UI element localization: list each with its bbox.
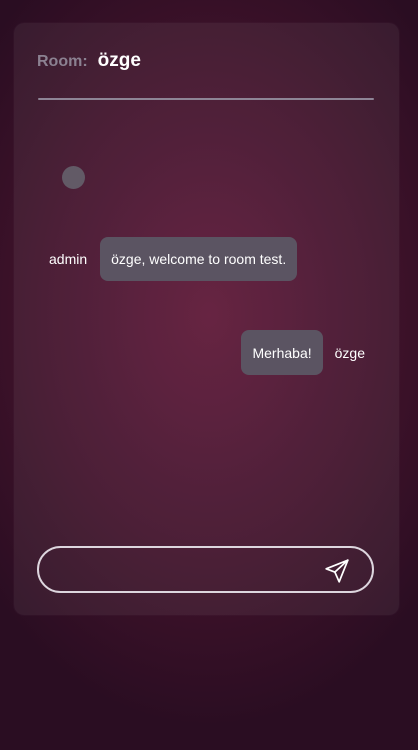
room-label: Room: xyxy=(37,53,88,70)
send-button[interactable] xyxy=(324,558,350,584)
message-sender: özge xyxy=(334,344,365,361)
message-row-outgoing: Merhaba! özge xyxy=(241,330,365,375)
chat-panel: Room: özge admin özge, welcome to room t… xyxy=(14,23,399,615)
avatar xyxy=(62,166,85,189)
message-sender: admin xyxy=(49,251,88,267)
header-divider xyxy=(38,98,374,100)
send-icon xyxy=(324,558,350,584)
message-bubble: Merhaba! xyxy=(241,330,323,375)
message-row-incoming: admin özge, welcome to room test. xyxy=(49,237,298,281)
room-name: özge xyxy=(97,50,141,71)
message-composer xyxy=(37,546,374,593)
room-header: Room: özge xyxy=(37,50,141,72)
message-bubble: özge, welcome to room test. xyxy=(100,237,298,281)
message-input[interactable] xyxy=(55,548,309,593)
